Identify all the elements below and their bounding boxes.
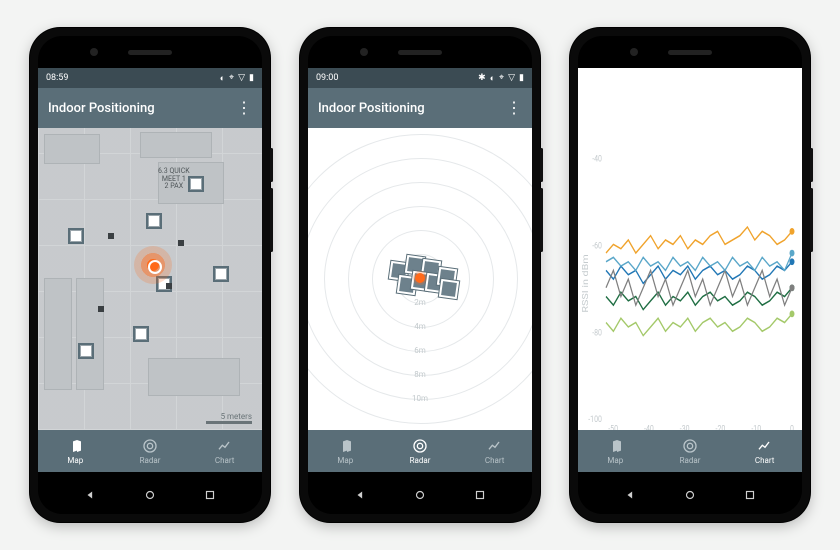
tab-chart[interactable]: Chart <box>187 430 262 472</box>
radar-icon <box>682 438 698 454</box>
app-bar: Indoor Positioning ⋮ <box>308 88 532 128</box>
status-icons: ✱◐⌖▽▮ <box>478 73 524 84</box>
android-nav-bar <box>308 480 532 510</box>
chart-icon <box>217 438 233 454</box>
nav-home-icon[interactable] <box>413 488 427 502</box>
chart-series-endpoint <box>790 284 795 291</box>
tab-chart-label: Chart <box>485 456 505 465</box>
map-beacon[interactable] <box>213 266 229 282</box>
tab-radar-label: Radar <box>680 456 701 465</box>
chart-icon <box>757 438 773 454</box>
location-icon: ⌖ <box>229 73 234 83</box>
map-icon <box>67 438 83 454</box>
tab-map[interactable]: Map <box>308 430 383 472</box>
radar-user-marker <box>415 273 425 283</box>
android-nav-bar <box>38 480 262 510</box>
status-time: 09:00 <box>316 73 338 83</box>
map-node <box>178 240 184 246</box>
nav-home-icon[interactable] <box>143 488 157 502</box>
bottom-tabs: Map Radar Chart <box>578 430 802 472</box>
tab-radar-label: Radar <box>140 456 161 465</box>
map-beacon[interactable] <box>78 343 94 359</box>
nav-recent-icon[interactable] <box>743 488 757 502</box>
tab-map-label: Map <box>67 456 83 465</box>
map-beacon[interactable] <box>146 213 162 229</box>
tab-radar[interactable]: Radar <box>383 430 458 472</box>
chart-series-line <box>606 314 792 336</box>
signal-icon: ▽ <box>238 73 245 83</box>
map-icon <box>607 438 623 454</box>
status-bar: 08:59 ◐ ⌖ ▽ ▮ <box>38 68 262 88</box>
radar-beacon[interactable] <box>439 279 459 299</box>
tab-chart-label: Chart <box>215 456 235 465</box>
status-time: 08:59 <box>46 73 68 83</box>
map-beacon[interactable] <box>68 228 84 244</box>
chart-series-line <box>606 253 792 270</box>
map-icon <box>337 438 353 454</box>
svg-text:RSSI in dBm: RSSI in dBm <box>581 254 590 312</box>
app-title: Indoor Positioning <box>48 101 155 116</box>
tab-map[interactable]: Map <box>578 430 653 472</box>
nav-home-icon[interactable] <box>683 488 697 502</box>
nav-back-icon[interactable] <box>354 488 368 502</box>
map-node <box>166 283 172 289</box>
map-node <box>98 306 104 312</box>
map-view[interactable]: 6.3 QUICK MEET 1 2 PAX 5 meters <box>38 128 262 430</box>
tab-radar-label: Radar <box>410 456 431 465</box>
status-icons: ◐ ⌖ ▽ ▮ <box>220 73 254 84</box>
svg-text:-60: -60 <box>592 240 602 251</box>
tab-chart[interactable]: Chart <box>457 430 532 472</box>
bottom-tabs: Map Radar Chart <box>38 430 262 472</box>
bottom-tabs: Map Radar Chart <box>308 430 532 472</box>
status-bar: 09:00 ✱◐⌖▽▮ <box>308 68 532 88</box>
tab-chart-label: Chart <box>755 456 775 465</box>
map-room-label: 6.3 QUICK MEET 1 2 PAX <box>158 168 190 191</box>
tab-radar[interactable]: Radar <box>653 430 728 472</box>
chart-series-endpoint <box>790 258 795 265</box>
tab-map-label: Map <box>337 456 353 465</box>
svg-text:-100: -100 <box>588 414 602 425</box>
nav-back-icon[interactable] <box>624 488 638 502</box>
brightness-icon: ◐ <box>220 73 225 84</box>
tab-map[interactable]: Map <box>38 430 113 472</box>
map-beacon[interactable] <box>188 176 204 192</box>
app-title: Indoor Positioning <box>318 101 425 116</box>
radar-icon <box>142 438 158 454</box>
svg-text:-80: -80 <box>592 327 602 338</box>
chart-series-line <box>606 227 792 253</box>
nav-recent-icon[interactable] <box>473 488 487 502</box>
radar-icon <box>412 438 428 454</box>
svg-text:-40: -40 <box>592 154 602 165</box>
chart-view[interactable]: -40-60-80-100-50-40-30-20-100Time in sec… <box>578 68 802 472</box>
chart-series-endpoint <box>790 228 795 235</box>
tab-map-label: Map <box>607 456 623 465</box>
overflow-menu-icon[interactable]: ⋮ <box>236 100 252 116</box>
android-nav-bar <box>578 480 802 510</box>
map-scale: 5 meters <box>206 412 252 424</box>
chart-icon <box>487 438 503 454</box>
map-node <box>108 233 114 239</box>
app-bar: Indoor Positioning ⋮ <box>38 88 262 128</box>
chart-series-endpoint <box>790 250 795 257</box>
nav-back-icon[interactable] <box>84 488 98 502</box>
map-beacon[interactable] <box>133 326 149 342</box>
chart-series-endpoint <box>790 311 795 318</box>
battery-icon: ▮ <box>249 73 254 83</box>
overflow-menu-icon[interactable]: ⋮ <box>506 100 522 116</box>
tab-radar[interactable]: Radar <box>113 430 188 472</box>
nav-recent-icon[interactable] <box>203 488 217 502</box>
radar-view[interactable]: 2m4m6m8m10m <box>308 128 532 430</box>
tab-chart[interactable]: Chart <box>727 430 802 472</box>
